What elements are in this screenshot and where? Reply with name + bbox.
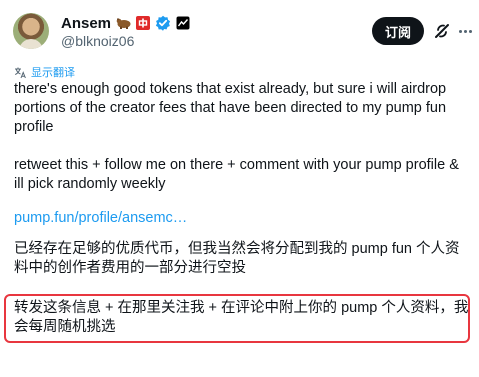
highlight-box [4, 294, 470, 343]
author-name-row: Ansem [61, 14, 190, 32]
tweet-link[interactable]: pump.fun/profile/ansemc… [14, 210, 187, 226]
more-icon[interactable] [455, 22, 475, 40]
grok-icon[interactable] [433, 22, 451, 40]
translate-icon [14, 67, 26, 78]
translate-label: 显示翻译 [31, 67, 75, 79]
translate-button[interactable]: 显示翻译 [14, 64, 75, 80]
subscribe-button[interactable]: 订阅 [372, 17, 424, 45]
tweet-paragraph-2: retweet this + follow me on there + comm… [14, 157, 459, 192]
author-name[interactable]: Ansem [61, 15, 111, 32]
affiliate-badge-icon [176, 16, 190, 30]
translation-paragraph-1: 已经存在足够的优质代币，但我当然会将分配到我的 pump fun 个人资料中的创… [14, 241, 460, 276]
author-handle[interactable]: @blknoiz06 [61, 33, 134, 49]
avatar[interactable] [13, 13, 49, 49]
tweet-paragraph-1: there's enough good tokens that exist al… [14, 81, 447, 135]
china-flag-badge-icon [136, 16, 151, 30]
verified-badge-icon [155, 15, 171, 31]
bear-emoji-icon [116, 17, 131, 29]
